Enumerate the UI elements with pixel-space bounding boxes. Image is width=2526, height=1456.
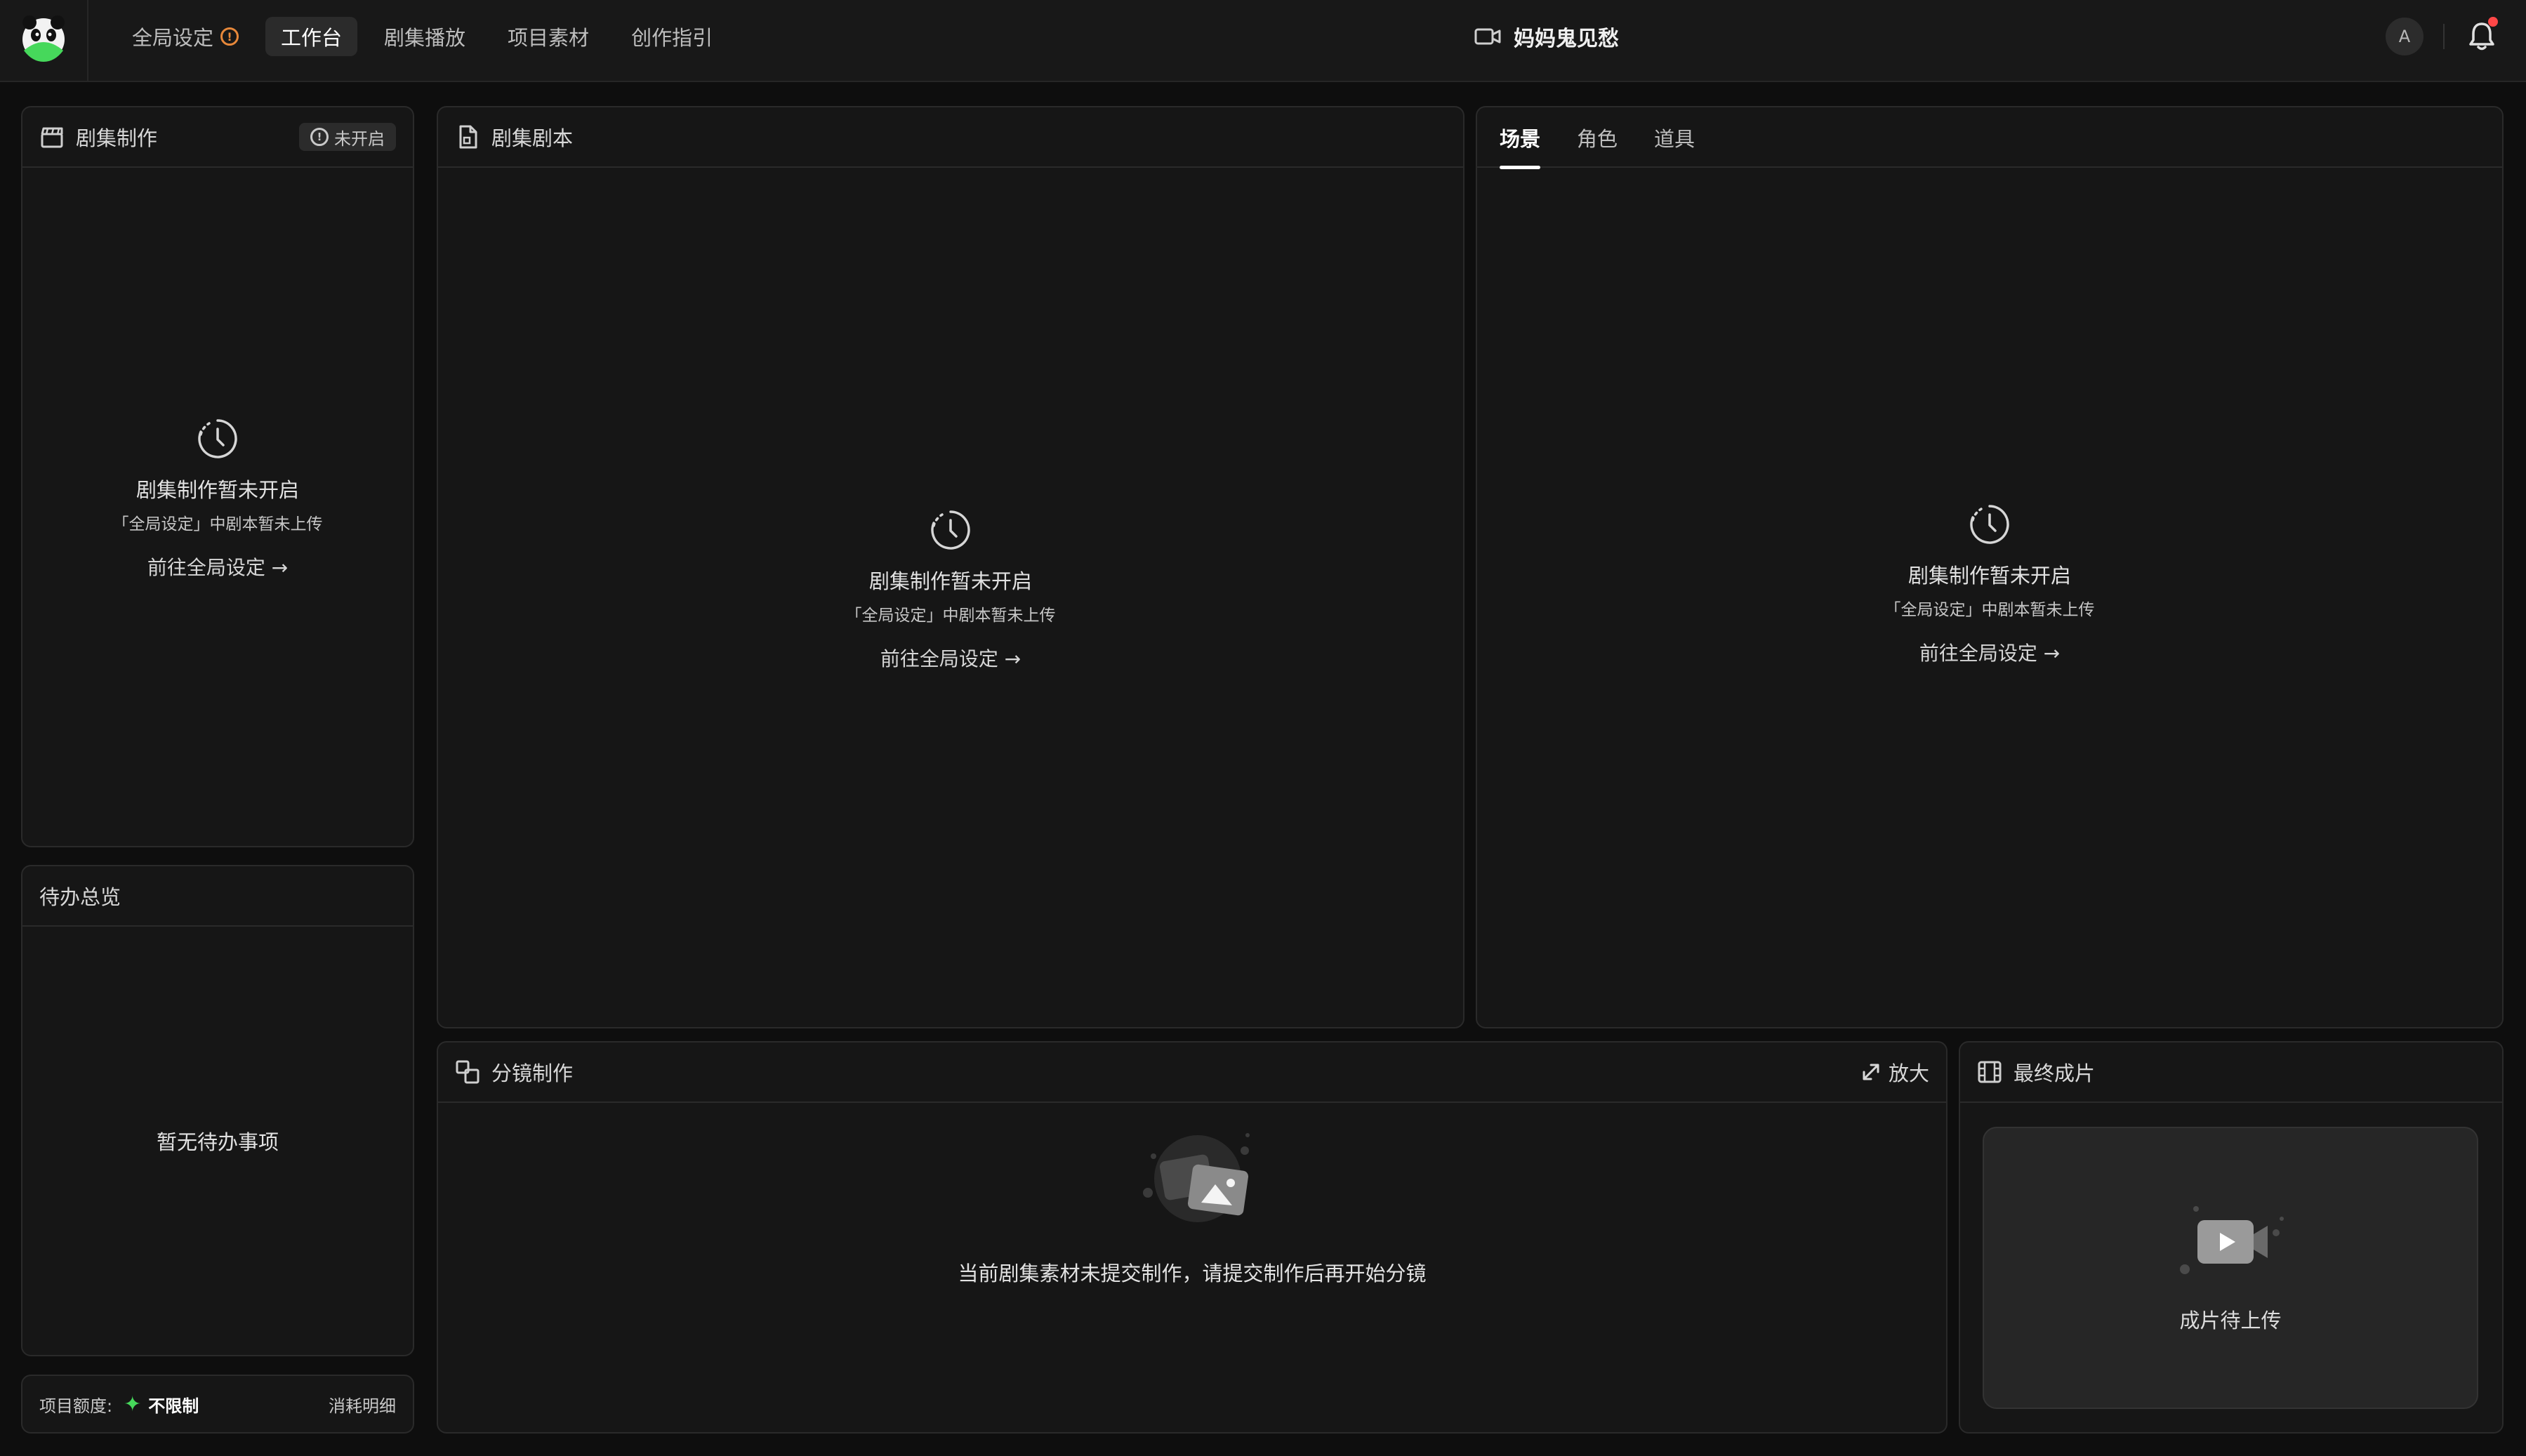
empty-title: 剧集制作暂未开启	[868, 569, 1032, 593]
script-panel: 剧集剧本 剧集制作暂未开启 「全局设定」中剧本暂未上传 前往全局设定 →	[437, 106, 1464, 1028]
nav-workbench[interactable]: 工作台	[265, 17, 358, 56]
consumption-detail-link[interactable]: 消耗明细	[329, 1392, 396, 1417]
notification-dot	[2488, 17, 2498, 27]
expand-icon	[1863, 1064, 1879, 1080]
tab-props[interactable]: 道具	[1654, 107, 1695, 168]
production-empty-state: 剧集制作暂未开启 「全局设定」中剧本暂未上传 前往全局设定 →	[22, 416, 413, 581]
project-title-text: 妈妈鬼见愁	[1514, 27, 1619, 51]
nav-project-assets[interactable]: 项目素材	[492, 17, 604, 56]
todo-panel-header: 待办总览	[22, 866, 413, 927]
info-icon: !	[310, 128, 329, 146]
document-icon	[459, 125, 477, 149]
quota-label: 项目额度:	[39, 1396, 113, 1416]
final-panel-title: 最终成片	[2013, 1061, 2096, 1085]
assets-empty-state: 剧集制作暂未开启 「全局设定」中剧本暂未上传 前往全局设定 →	[1477, 502, 2502, 666]
clapperboard-icon	[41, 127, 63, 148]
zoom-button[interactable]: 放大	[1860, 1057, 1929, 1087]
nav-project-assets-label: 项目素材	[508, 26, 590, 50]
script-panel-header: 剧集剧本	[438, 107, 1463, 168]
topbar-separator	[2443, 24, 2445, 49]
nav-global-settings-label: 全局设定	[132, 26, 214, 50]
tab-scene[interactable]: 场景	[1500, 107, 1541, 169]
warning-icon: !	[220, 27, 239, 46]
production-panel-header: 剧集制作 ! 未开启	[22, 107, 413, 168]
todo-empty-text: 暂无待办事项	[156, 1130, 279, 1154]
quota-bar: 项目额度: ✦ 不限制 消耗明细	[21, 1375, 414, 1434]
assets-panel: 场景 角色 道具 剧集制作暂未开启 「全局设定」中剧本暂未上传 前往全局设定 →	[1476, 106, 2504, 1028]
nav-creation-guide-label: 创作指引	[631, 26, 713, 50]
tab-character[interactable]: 角色	[1577, 107, 1618, 168]
nav-episode-playback[interactable]: 剧集播放	[369, 17, 481, 56]
film-icon	[1978, 1061, 2002, 1083]
todo-panel-title: 待办总览	[39, 885, 121, 909]
logo-divider	[87, 0, 88, 81]
assets-tabs: 场景 角色 道具	[1477, 107, 2502, 169]
empty-title: 剧集制作暂未开启	[135, 478, 299, 502]
nav-episode-playback-label: 剧集播放	[384, 26, 466, 50]
storyboard-icon	[456, 1060, 480, 1084]
final-panel-header: 最终成片	[1960, 1043, 2502, 1103]
clock-icon	[1970, 505, 2009, 544]
production-panel: 剧集制作 ! 未开启 剧集制作暂未开启 「全局设定」中剧本暂未上传 前往全局设定…	[21, 106, 414, 847]
script-panel-title: 剧集剧本	[491, 126, 574, 150]
goto-global-settings-link[interactable]: 前往全局设定 →	[147, 552, 288, 581]
storyboard-panel: 分镜制作 放大 当前剧集素材未提交制作，请提交制作后再开始分镜	[437, 1041, 1948, 1434]
top-bar: 全局设定 ! 工作台 剧集播放 项目素材 创作指引 妈妈鬼见愁 A	[0, 0, 2526, 82]
video-camera-icon	[1474, 28, 1501, 45]
goto-global-settings-link[interactable]: 前往全局设定 →	[1919, 638, 2060, 666]
clock-icon	[198, 419, 237, 458]
video-play-icon	[2180, 1206, 2284, 1274]
zoom-button-label: 放大	[1888, 1061, 1929, 1085]
panda-logo-icon[interactable]	[18, 13, 69, 63]
storyboard-empty-state: 当前剧集素材未提交制作，请提交制作后再开始分镜	[438, 1127, 1946, 1294]
project-title: 妈妈鬼见愁	[1474, 21, 1619, 52]
empty-description: 「全局设定」中剧本暂未上传	[112, 515, 323, 534]
final-panel: 最终成片 成片待上传	[1959, 1041, 2504, 1434]
nav-workbench-label: 工作台	[281, 26, 343, 50]
empty-title: 剧集制作暂未开启	[1907, 564, 2071, 588]
status-badge: ! 未开启	[299, 123, 396, 151]
quota-value: 不限制	[148, 1396, 199, 1416]
image-stack-icon	[1143, 1133, 1250, 1222]
goto-global-settings-link[interactable]: 前往全局设定 →	[880, 644, 1021, 672]
avatar[interactable]: A	[2386, 18, 2423, 55]
sparkle-icon: ✦	[124, 1391, 142, 1417]
clock-icon	[931, 510, 970, 550]
nav-creation-guide[interactable]: 创作指引	[616, 17, 728, 56]
nav-global-settings[interactable]: 全局设定 !	[117, 17, 254, 56]
storyboard-panel-header: 分镜制作 放大	[438, 1043, 1946, 1103]
final-upload-area[interactable]: 成片待上传	[1983, 1127, 2478, 1409]
script-empty-state: 剧集制作暂未开启 「全局设定」中剧本暂未上传 前往全局设定 →	[438, 508, 1463, 672]
todo-empty-state: 暂无待办事项	[22, 1126, 413, 1163]
storyboard-empty-text: 当前剧集素材未提交制作，请提交制作后再开始分镜	[958, 1262, 1427, 1285]
production-panel-title: 剧集制作	[76, 126, 158, 150]
upload-pending-text: 成片待上传	[2179, 1309, 2282, 1332]
empty-description: 「全局设定」中剧本暂未上传	[845, 607, 1056, 625]
main-nav: 全局设定 ! 工作台 剧集播放 项目素材 创作指引	[117, 17, 728, 56]
storyboard-panel-title: 分镜制作	[491, 1061, 574, 1085]
empty-description: 「全局设定」中剧本暂未上传	[1884, 601, 2095, 619]
todo-panel: 待办总览 暂无待办事项	[21, 865, 414, 1356]
status-badge-text: 未开启	[334, 128, 385, 149]
